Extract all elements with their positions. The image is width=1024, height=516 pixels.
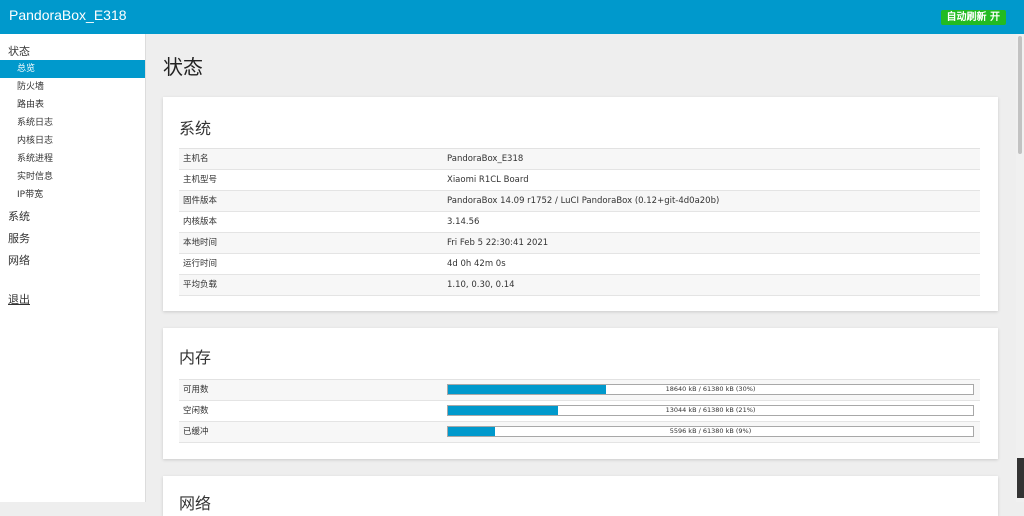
row-key: 平均负载 [183, 280, 218, 290]
progress-text: 18640 kB / 61380 kB (30%) [665, 385, 756, 393]
table-row: 固件版本 PandoraBox 14.09 r1752 / LuCI Pando… [179, 191, 980, 212]
main-content: 状态 系统 主机名 PandoraBox_E318 主机型号 Xiaomi R1… [146, 34, 1016, 516]
progress-text: 5596 kB / 61380 kB (9%) [669, 427, 752, 435]
sidebar-section-network[interactable]: 网络 [8, 252, 30, 268]
sidebar-section-system[interactable]: 系统 [8, 208, 30, 224]
sidebar-item-syslog[interactable]: 系统日志 [0, 114, 145, 132]
row-key: 内核版本 [183, 217, 218, 227]
sidebar-item-overview[interactable]: 总览 [0, 60, 145, 78]
row-key: 本地时间 [183, 238, 218, 248]
table-row: 空闲数 13044 kB / 61380 kB (21%) [179, 401, 980, 422]
row-value: PandoraBox 14.09 r1752 / LuCI PandoraBox… [447, 196, 720, 206]
brand-title[interactable]: PandoraBox_E318 [9, 7, 127, 23]
row-value: Fri Feb 5 22:30:41 2021 [447, 238, 549, 248]
sidebar-section-services[interactable]: 服务 [8, 230, 30, 246]
system-card: 系统 主机名 PandoraBox_E318 主机型号 Xiaomi R1CL … [163, 97, 998, 311]
network-card: 网络 [163, 476, 998, 516]
row-key: 运行时间 [183, 259, 218, 269]
system-card-title: 系统 [179, 119, 212, 138]
table-row: 已缓冲 5596 kB / 61380 kB (9%) [179, 422, 980, 443]
row-key: 主机型号 [183, 175, 218, 185]
memory-progress-bar: 5596 kB / 61380 kB (9%) [447, 426, 974, 437]
sidebar-section-status[interactable]: 状态 [8, 43, 30, 59]
memory-table: 可用数 18640 kB / 61380 kB (30%) 空闲数 13044 … [179, 379, 980, 443]
table-row: 平均负载 1.10, 0.30, 0.14 [179, 275, 980, 296]
table-row: 主机名 PandoraBox_E318 [179, 149, 980, 170]
table-row: 运行时间 4d 0h 42m 0s [179, 254, 980, 275]
memory-card-title: 内存 [179, 348, 212, 367]
sidebar-item-firewall[interactable]: 防火墙 [0, 78, 145, 96]
table-row: 主机型号 Xiaomi R1CL Board [179, 170, 980, 191]
sidebar-item-ip-bandwidth[interactable]: IP带宽 [0, 186, 145, 204]
scrollbar-corner [1017, 458, 1024, 498]
row-value: Xiaomi R1CL Board [447, 175, 529, 185]
scrollbar-thumb[interactable] [1018, 36, 1022, 154]
row-key: 固件版本 [183, 196, 218, 206]
page-title: 状态 [163, 55, 203, 79]
row-value: 1.10, 0.30, 0.14 [447, 280, 515, 290]
table-row: 本地时间 Fri Feb 5 22:30:41 2021 [179, 233, 980, 254]
row-key: 空闲数 [183, 406, 209, 416]
row-key: 可用数 [183, 385, 209, 395]
row-key: 主机名 [183, 154, 209, 164]
sidebar-item-realtime[interactable]: 实时信息 [0, 168, 145, 186]
top-bar: PandoraBox_E318 自动刷新 开 [0, 0, 1024, 34]
table-row: 内核版本 3.14.56 [179, 212, 980, 233]
progress-text: 13044 kB / 61380 kB (21%) [665, 406, 756, 414]
memory-card: 内存 可用数 18640 kB / 61380 kB (30%) 空闲数 130… [163, 328, 998, 459]
network-card-title: 网络 [179, 494, 212, 513]
system-table: 主机名 PandoraBox_E318 主机型号 Xiaomi R1CL Boa… [179, 148, 980, 296]
sidebar-item-routes[interactable]: 路由表 [0, 96, 145, 114]
row-key: 已缓冲 [183, 427, 209, 437]
memory-progress-bar: 13044 kB / 61380 kB (21%) [447, 405, 974, 416]
memory-progress-bar: 18640 kB / 61380 kB (30%) [447, 384, 974, 395]
row-value: PandoraBox_E318 [447, 154, 524, 164]
sidebar-item-processes[interactable]: 系统进程 [0, 150, 145, 168]
row-value: 4d 0h 42m 0s [447, 259, 506, 269]
logout-link[interactable]: 退出 [8, 291, 30, 307]
table-row: 可用数 18640 kB / 61380 kB (30%) [179, 380, 980, 401]
sidebar-item-kernel-log[interactable]: 内核日志 [0, 132, 145, 150]
sidebar: 状态 总览 防火墙 路由表 系统日志 内核日志 系统进程 实时信息 IP带宽 系… [0, 34, 146, 502]
auto-refresh-toggle[interactable]: 自动刷新 开 [940, 10, 1006, 25]
row-value: 3.14.56 [447, 217, 480, 227]
